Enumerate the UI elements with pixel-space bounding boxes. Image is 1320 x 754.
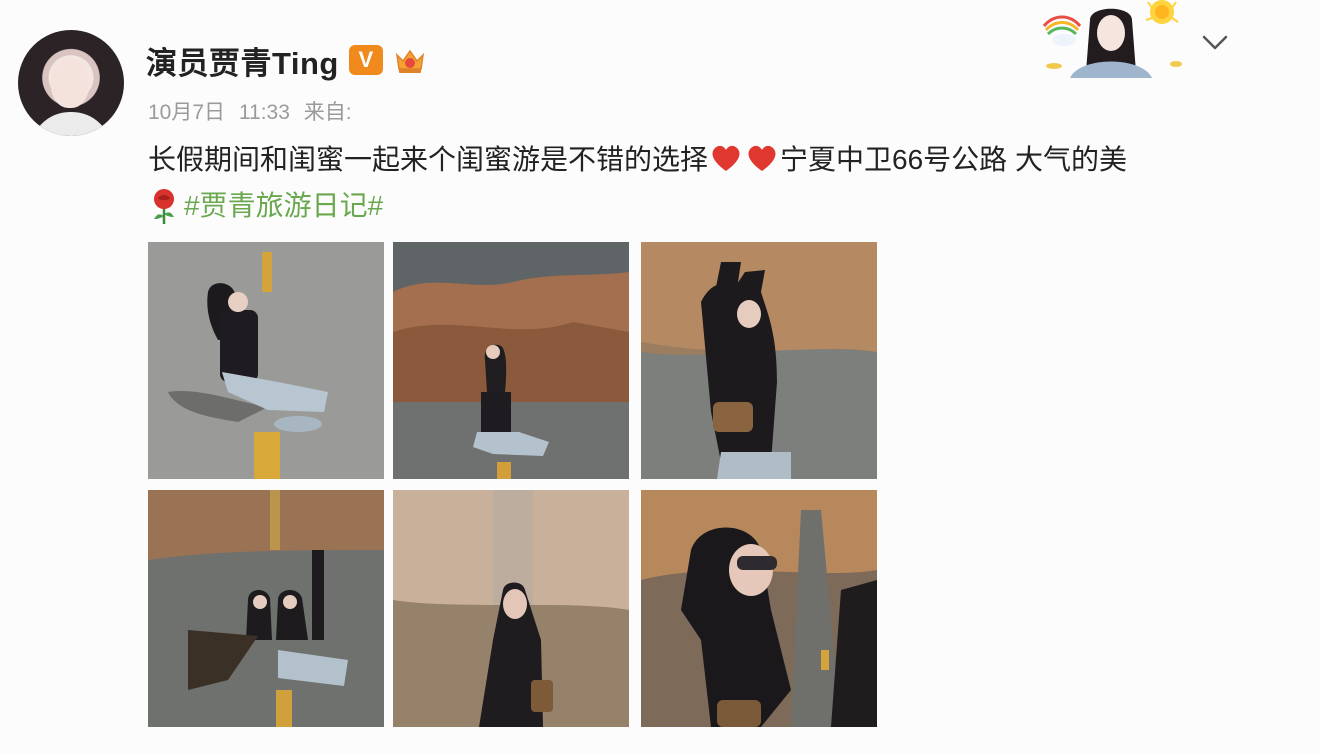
post-text: 长假期间和闺蜜一起来个闺蜜游是不错的选择 宁夏中卫66号公路 大气的美 #贾青旅游… [148,137,1248,229]
post-date[interactable]: 10月7日 [148,101,225,124]
hashtag-link[interactable]: #贾青旅游日记# [184,183,383,229]
weibo-post: 演员贾青Ting V 10月7日 11:33 来自: 长假期间和闺蜜一起来个闺蜜… [0,0,1320,754]
avatar-face [51,58,89,108]
photo-4[interactable] [148,490,384,727]
post-header: 演员贾青Ting V [146,38,427,83]
verified-v-icon[interactable]: V [348,45,383,75]
avatar[interactable] [18,30,124,136]
photo-grid [148,242,879,728]
photo-2[interactable] [393,242,629,479]
photo-5[interactable] [393,490,629,727]
post-text-line-1: 长假期间和闺蜜一起来个闺蜜游是不错的选择 宁夏中卫66号公路 大气的美 [148,137,1248,183]
corner-decoration [1040,0,1200,78]
heart-icon [708,141,744,171]
photo-6[interactable] [641,490,877,727]
rose-icon [148,186,180,226]
crown-icon[interactable] [393,45,427,75]
avatar-shoulder [30,112,112,136]
heart-icon [744,141,780,171]
post-text-line-2: #贾青旅游日记# [148,183,1248,229]
photo-3[interactable] [641,242,877,479]
post-text-part-1: 长假期间和闺蜜一起来个闺蜜游是不错的选择 [148,144,709,175]
photo-1[interactable] [148,242,384,479]
post-meta: 10月7日 11:33 来自: [148,96,360,126]
username[interactable]: 演员贾青Ting [146,38,339,83]
post-source-label: 来自: [303,101,352,124]
chevron-down-icon[interactable] [1200,28,1230,56]
post-text-part-2: 宁夏中卫66号公路 大气的美 [780,144,1127,175]
post-time[interactable]: 11:33 [239,101,290,124]
